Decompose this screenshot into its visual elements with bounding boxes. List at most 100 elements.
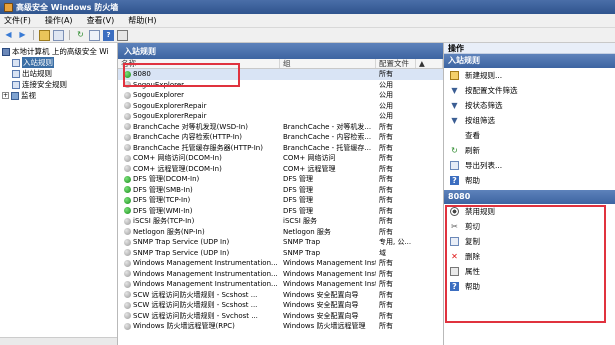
table-row[interactable]: DFS 管理(WMI-In) DFS 管理 所有 — [118, 206, 443, 217]
action-item[interactable]: 复制 — [444, 234, 615, 249]
action-item[interactable]: ? 帮助 — [444, 173, 615, 188]
disabled-rule-icon — [124, 312, 131, 320]
menu-action[interactable]: 操作(A) — [45, 15, 73, 26]
cut-icon: ✂ — [451, 221, 458, 231]
filter-icon: ▼ — [451, 115, 458, 125]
rule-name: SCW 远程访问防火墙规则 - Scshost ... — [133, 290, 258, 299]
table-row[interactable]: SogouExplorer 公用 — [118, 80, 443, 91]
table-row[interactable]: Windows 防火墙远程管理(RPC) Windows 防火墙远程管理 所有 — [118, 321, 443, 332]
table-row[interactable]: Windows Management Instrumentation... Win… — [118, 258, 443, 269]
column-profile[interactable]: 配置文件 — [376, 59, 416, 68]
tree-root[interactable]: 本地计算机 上的高级安全 Wi — [0, 46, 117, 57]
action-item[interactable]: ▼ 按组筛选 — [444, 113, 615, 128]
back-icon[interactable]: ◀ — [3, 30, 14, 41]
table-row[interactable]: SogouExplorerRepair 公用 — [118, 101, 443, 112]
table-row[interactable]: SNMP Trap Service (UDP In) SNMP Trap 域 — [118, 248, 443, 259]
actions-pane: 操作 入站规则 新建规则... ▼ 按配置文件筛选 ▼ 按状态筛选 ▼ 按组筛选 查看 ↻ 刷新导… — [443, 43, 615, 345]
table-row[interactable]: SCW 远程访问防火墙规则 - Scshost ... Windows 安全配置向… — [118, 300, 443, 311]
table-row[interactable]: iSCSI 服务(TCP-In) iSCSI 服务 所有 — [118, 216, 443, 227]
rule-group: SNMP Trap — [283, 248, 321, 257]
tree-root-label: 本地计算机 上的高级安全 Wi — [12, 47, 109, 56]
forward-icon[interactable]: ▶ — [17, 30, 28, 41]
rule-profile: 公用 — [379, 112, 393, 121]
table-row[interactable]: SCW 远程访问防火墙规则 - Scshost ... Windows 安全配置向… — [118, 290, 443, 301]
menu-file[interactable]: 文件(F) — [4, 15, 31, 26]
tree-item-monitoring[interactable]: + 监视 — [0, 90, 117, 101]
horizontal-scrollbar[interactable] — [0, 337, 117, 345]
rule-name: iSCSI 服务(TCP-In) — [133, 217, 195, 226]
rule-name-cell: 8080 — [118, 70, 280, 78]
table-row[interactable]: Windows Management Instrumentation... Win… — [118, 269, 443, 280]
action-item[interactable]: ? 帮助 — [444, 279, 615, 294]
table-row[interactable]: SogouExplorer 公用 — [118, 90, 443, 101]
rule-name: SNMP Trap Service (UDP In) — [133, 238, 230, 247]
column-name[interactable]: 名称 — [118, 59, 280, 68]
rule-group: Windows 防火墙远程管理 — [283, 322, 366, 331]
table-row[interactable]: COM+ 远程管理(DCOM-In) COM+ 远程管理 所有 — [118, 164, 443, 175]
action-item[interactable]: ✂ 剪切 — [444, 219, 615, 234]
rule-name: SNMP Trap Service (UDP In) — [133, 248, 230, 257]
help-icon[interactable]: ? — [103, 29, 114, 41]
table-row[interactable]: SNMP Trap Service (UDP In) SNMP Trap 专用, 公… — [118, 237, 443, 248]
disabled-rule-icon — [124, 270, 131, 278]
properties-icon[interactable] — [117, 29, 128, 41]
export-icon[interactable] — [89, 29, 100, 41]
tree-item-outbound-rules[interactable]: 出站规则 — [0, 68, 117, 79]
action-label: 剪切 — [465, 222, 480, 231]
column-more[interactable]: ▲ — [416, 59, 443, 68]
table-row[interactable]: BranchCache 托管缓存服务器(HTTP-In) BranchCache … — [118, 143, 443, 154]
rule-name: SogouExplorerRepair — [133, 101, 207, 110]
column-group[interactable]: 组 — [280, 59, 376, 68]
tree-item-inbound-rules[interactable]: 入站规则 — [0, 57, 117, 68]
table-row[interactable]: BranchCache 内容检索(HTTP-In) BranchCache - 内… — [118, 132, 443, 143]
rule-name: BranchCache 对等机发现(WSD-In) — [133, 122, 248, 131]
expand-icon[interactable]: + — [2, 92, 9, 99]
menu-view[interactable]: 查看(V) — [87, 15, 115, 26]
rules-pane: 入站规则 名称 组 配置文件 ▲ 8080 所有 SogouExplorer 公用 So… — [118, 43, 443, 345]
action-item[interactable]: ↻ 刷新 — [444, 143, 615, 158]
action-item[interactable]: 属性 — [444, 264, 615, 279]
action-item[interactable]: 新建规则... — [444, 68, 615, 83]
rules-list: 8080 所有 SogouExplorer 公用 SogouExplorer 公用 Sogo… — [118, 69, 443, 332]
menu-help[interactable]: 帮助(H) — [128, 15, 156, 26]
filter-icon: ▼ — [451, 85, 458, 95]
rule-profile: 所有 — [379, 301, 393, 310]
rule-profile: 所有 — [379, 164, 393, 173]
rule-name-cell: COM+ 网络访问(DCOM-In) — [118, 153, 280, 163]
table-row[interactable]: Windows Management Instrumentation... Win… — [118, 279, 443, 290]
rule-name-cell: BranchCache 内容检索(HTTP-In) — [118, 132, 280, 142]
rule-group: BranchCache - 对等机发... — [283, 122, 372, 131]
disabled-rule-icon — [124, 112, 131, 120]
table-row[interactable]: BranchCache 对等机发现(WSD-In) BranchCache - 对… — [118, 122, 443, 133]
tree-item-connection-security-rules[interactable]: 连接安全规则 — [0, 79, 117, 90]
table-row[interactable]: DFS 管理(TCP-In) DFS 管理 所有 — [118, 195, 443, 206]
table-row[interactable]: DFS 管理(SMB-In) DFS 管理 所有 — [118, 185, 443, 196]
navigation-tree: 本地计算机 上的高级安全 Wi 入站规则 出站规则 连接安全规则 + 监视 — [0, 43, 118, 345]
action-item[interactable]: ▼ 按状态筛选 — [444, 98, 615, 113]
action-item[interactable]: 导出列表... — [444, 158, 615, 173]
show-hide-tree-icon[interactable] — [53, 29, 64, 41]
action-item[interactable]: 禁用规则 — [444, 204, 615, 219]
rule-profile: 公用 — [379, 91, 393, 100]
table-row[interactable]: Netlogon 服务(NP-In) Netlogon 服务 所有 — [118, 227, 443, 238]
disabled-rule-icon — [124, 259, 131, 267]
action-label: 帮助 — [465, 282, 480, 291]
actions-section-rule-header[interactable]: 8080 — [444, 190, 615, 204]
table-row[interactable]: SCW 远程访问防火墙规则 - Svchost ... Windows 安全配置向… — [118, 311, 443, 322]
action-item[interactable]: ▼ 按配置文件筛选 — [444, 83, 615, 98]
up-icon[interactable] — [39, 29, 50, 41]
rule-name-cell: SNMP Trap Service (UDP In) — [118, 238, 280, 246]
rule-name: SogouExplorerRepair — [133, 112, 207, 121]
disabled-rule-icon — [124, 280, 131, 288]
table-row[interactable]: SogouExplorerRepair 公用 — [118, 111, 443, 122]
table-row[interactable]: COM+ 网络访问(DCOM-In) COM+ 网络访问 所有 — [118, 153, 443, 164]
enabled-check-icon — [124, 207, 131, 215]
refresh-icon[interactable]: ↻ — [75, 30, 86, 41]
table-row[interactable]: 8080 所有 — [118, 69, 443, 80]
properties-icon — [450, 267, 459, 276]
action-item[interactable]: ✕ 删除 — [444, 249, 615, 264]
actions-section-inbound-header[interactable]: 入站规则 — [444, 54, 615, 68]
action-label: 查看 — [465, 131, 480, 140]
table-row[interactable]: DFS 管理(DCOM-In) DFS 管理 所有 — [118, 174, 443, 185]
action-item[interactable]: 查看 — [444, 128, 615, 143]
